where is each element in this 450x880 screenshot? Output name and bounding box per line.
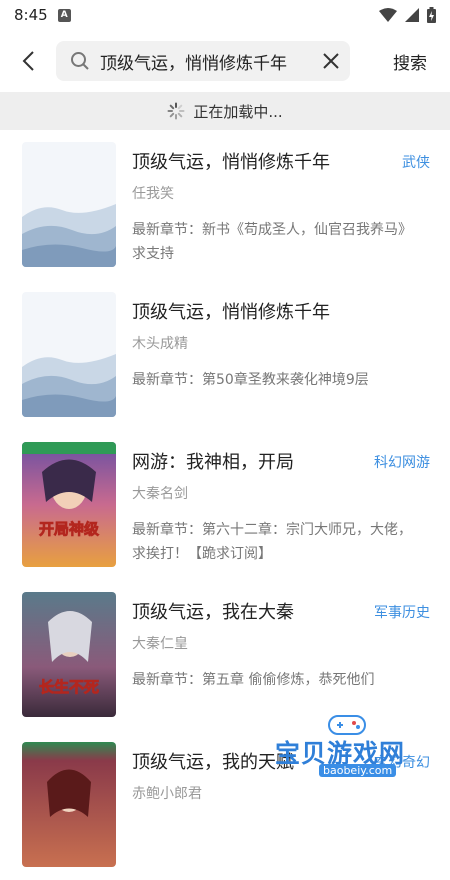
back-button[interactable] (0, 38, 56, 84)
book-author: 大秦仁皇 (132, 636, 188, 652)
book-category-tag: 军事历史 (374, 605, 430, 621)
book-latest-chapter: 最新章节：第六十二章：宗门大师兄，大佬，求挨打！【跪求订阅】 (132, 522, 412, 562)
book-title: 顶级气运，我在大秦 (132, 602, 294, 623)
book-author: 大秦名剑 (132, 486, 188, 502)
cover-title-text: 开局神级 (39, 520, 100, 538)
book-title: 顶级气运，悄悄修炼千年 (132, 152, 330, 173)
book-latest-chapter: 最新章节：新书《苟成圣人，仙官召我养马》求支持 (132, 222, 412, 262)
book-cover: 开局神级 (22, 442, 116, 567)
book-cover (22, 142, 116, 267)
book-author: 赤鲍小郎君 (132, 786, 202, 802)
cover-title-text: 长生不死 (39, 678, 99, 696)
loading-text: 正在加载中... (193, 102, 283, 121)
loading-spinner-icon (167, 102, 185, 120)
book-latest-chapter: 最新章节：第50章圣教来袭化神境9层 (132, 372, 369, 388)
book-cover (22, 742, 116, 867)
clear-icon[interactable] (322, 52, 340, 70)
wifi-icon (379, 8, 397, 22)
search-input[interactable]: 顶级气运，悄悄修炼千年 (56, 41, 350, 81)
book-cover: 长生不死 (22, 592, 116, 717)
search-button[interactable]: 搜索 (370, 49, 450, 74)
search-query-text: 顶级气运，悄悄修炼千年 (100, 53, 287, 74)
book-title: 顶级气运，我的天赋 (132, 752, 294, 773)
book-latest-chapter: 最新章节：第五章 偷偷修炼，恭死他们 (132, 672, 375, 688)
book-author: 木头成精 (132, 336, 188, 352)
loading-bar: 正在加载中... (0, 92, 450, 130)
book-item[interactable]: 顶级气运，悄悄修炼千年 武侠 任我笑 最新章节：新书《苟成圣人，仙官召我养马》求… (0, 130, 450, 280)
search-icon (71, 52, 89, 70)
book-category-tag: 武侠 (402, 155, 430, 171)
book-item[interactable]: 顶级气运，悄悄修炼千年 木头成精 最新章节：第50章圣教来袭化神境9层 (0, 280, 450, 430)
book-item[interactable]: 长生不死 顶级气运，我在大秦 军事历史 大秦仁皇 最新章节：第五章 偷偷修炼，恭… (0, 580, 450, 730)
back-arrow-icon (22, 51, 34, 71)
status-bar: 8:45 A (0, 0, 450, 30)
app-notification-icon: A (57, 8, 71, 22)
status-time: 8:45 (14, 6, 48, 24)
signal-icon (405, 8, 419, 22)
book-category-tag: 科幻网游 (374, 455, 430, 471)
book-title: 网游：我神相，开局 (132, 452, 294, 473)
watermark-url: baobeiy.com (319, 764, 397, 777)
book-item[interactable]: 开局神级 网游：我神相，开局 科幻网游 大秦名剑 最新章节：第六十二章：宗门大师… (0, 430, 450, 580)
search-header: 顶级气运，悄悄修炼千年 搜索 (0, 38, 450, 84)
book-cover (22, 292, 116, 417)
book-title: 顶级气运，悄悄修炼千年 (132, 302, 330, 323)
site-watermark: 宝贝游戏网 baobeiy.com (275, 712, 445, 782)
battery-icon (427, 7, 436, 23)
book-author: 任我笑 (132, 186, 174, 202)
